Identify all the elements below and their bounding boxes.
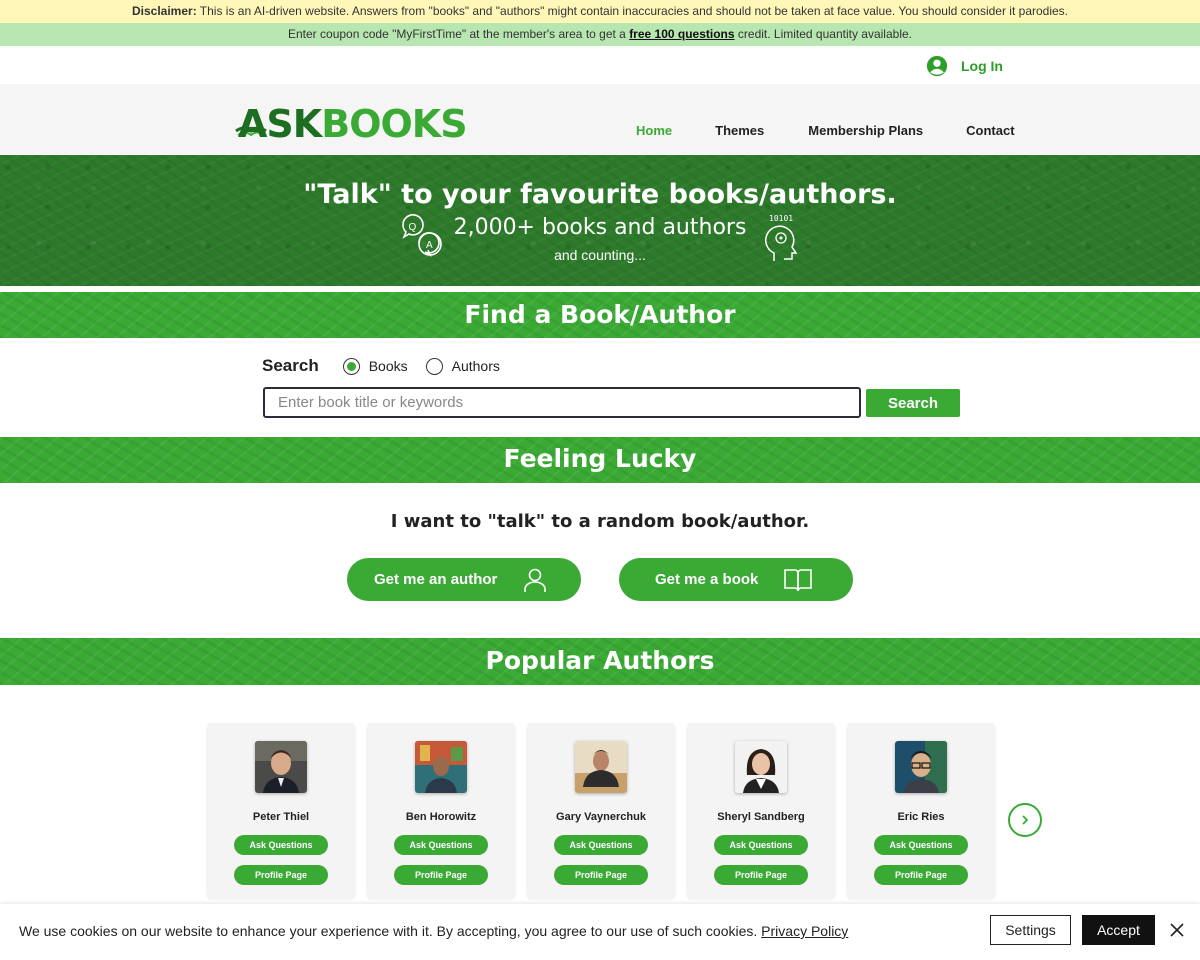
coupon-text-before: Enter coupon code "MyFirstTime" at the m… bbox=[288, 27, 630, 41]
nav-contact[interactable]: Contact bbox=[966, 123, 1014, 138]
hero-subtitle: 2,000+ books and authors bbox=[453, 215, 747, 240]
coupon-text-after: credit. Limited quantity available. bbox=[734, 27, 912, 41]
nav-home[interactable]: Home bbox=[636, 123, 672, 138]
hero-counting: and counting... bbox=[554, 247, 646, 263]
cookie-message: We use cookies on our website to enhance… bbox=[19, 923, 762, 939]
get-book-button[interactable]: Get me a book bbox=[619, 558, 853, 601]
nav-themes[interactable]: Themes bbox=[715, 123, 764, 138]
profile-page-button[interactable]: Profile Page bbox=[394, 865, 488, 885]
ask-questions-button[interactable]: Ask Questions bbox=[874, 835, 968, 855]
author-name: Gary Vaynerchuk bbox=[556, 811, 646, 823]
author-cards: Peter Thiel Ask Questions Profile Page B… bbox=[206, 723, 996, 900]
author-photo[interactable] bbox=[735, 741, 787, 793]
close-icon[interactable] bbox=[1168, 921, 1186, 939]
radio-authors-label: Authors bbox=[451, 358, 500, 374]
author-card: Ben Horowitz Ask Questions Profile Page bbox=[366, 723, 516, 900]
svg-text:10101: 10101 bbox=[769, 214, 793, 223]
open-book-icon bbox=[784, 569, 812, 592]
person-icon bbox=[524, 568, 546, 592]
disclaimer-banner: Disclaimer: This is an AI-driven website… bbox=[0, 0, 1200, 23]
radio-unselected-icon bbox=[425, 357, 443, 375]
login-label: Log In bbox=[961, 58, 1003, 74]
lucky-heading: Feeling Lucky bbox=[0, 437, 1200, 483]
search-input[interactable] bbox=[263, 387, 861, 418]
profile-page-button[interactable]: Profile Page bbox=[554, 865, 648, 885]
ask-questions-button[interactable]: Ask Questions bbox=[714, 835, 808, 855]
login-button[interactable]: Log In bbox=[926, 55, 1003, 77]
author-card: Sheryl Sandberg Ask Questions Profile Pa… bbox=[686, 723, 836, 900]
author-card: Gary Vaynerchuk Ask Questions Profile Pa… bbox=[526, 723, 676, 900]
author-name: Peter Thiel bbox=[252, 811, 310, 823]
cookie-banner: We use cookies on our website to enhance… bbox=[0, 904, 1200, 960]
search-options: Search Books Authors bbox=[262, 356, 518, 376]
profile-page-button[interactable]: Profile Page bbox=[874, 865, 968, 885]
disclaimer-text: This is an AI-driven website. Answers fr… bbox=[196, 4, 1069, 18]
profile-page-button[interactable]: Profile Page bbox=[234, 865, 328, 885]
hero-banner: "Talk" to your favourite books/authors. … bbox=[0, 155, 1200, 286]
coupon-banner: Enter coupon code "MyFirstTime" at the m… bbox=[0, 23, 1200, 46]
logo[interactable]: ASKBOOKS bbox=[234, 102, 468, 146]
radio-selected-icon bbox=[342, 357, 360, 375]
author-name: Eric Ries bbox=[897, 811, 945, 823]
radio-books-label: Books bbox=[368, 358, 408, 374]
popular-heading: Popular Authors bbox=[0, 638, 1200, 685]
author-photo[interactable] bbox=[575, 741, 627, 793]
author-card: Eric Ries Ask Questions Profile Page bbox=[846, 723, 996, 900]
author-photo[interactable] bbox=[895, 741, 947, 793]
lucky-text: I want to "talk" to a random book/author… bbox=[390, 511, 810, 532]
search-label: Search bbox=[262, 356, 319, 375]
radio-authors[interactable]: Authors bbox=[425, 357, 500, 375]
author-name: Ben Horowitz bbox=[405, 811, 477, 823]
login-bar: Log In bbox=[0, 46, 1200, 84]
main-nav: Home Themes Membership Plans Contact bbox=[636, 123, 1015, 138]
hero-title: "Talk" to your favourite books/authors. bbox=[303, 179, 897, 210]
search-button[interactable]: Search bbox=[866, 389, 960, 417]
get-author-label: Get me an author bbox=[374, 571, 498, 588]
find-heading: Find a Book/Author bbox=[0, 292, 1200, 338]
author-name: Sheryl Sandberg bbox=[717, 811, 805, 823]
author-card: Peter Thiel Ask Questions Profile Page bbox=[206, 723, 356, 900]
logo-ask: ASK bbox=[238, 102, 322, 146]
radio-books[interactable]: Books bbox=[342, 357, 408, 375]
author-photo[interactable] bbox=[255, 741, 307, 793]
cookie-accept-button[interactable]: Accept bbox=[1082, 915, 1155, 945]
get-author-button[interactable]: Get me an author bbox=[347, 558, 581, 601]
user-circle-icon bbox=[926, 55, 948, 77]
ask-questions-button[interactable]: Ask Questions bbox=[554, 835, 648, 855]
cookie-text: We use cookies on our website to enhance… bbox=[19, 923, 848, 939]
coupon-link[interactable]: free 100 questions bbox=[629, 27, 734, 41]
author-photo[interactable] bbox=[415, 741, 467, 793]
nav-membership-plans[interactable]: Membership Plans bbox=[808, 123, 923, 138]
get-book-label: Get me a book bbox=[655, 571, 759, 588]
ask-questions-button[interactable]: Ask Questions bbox=[394, 835, 488, 855]
chevron-right-icon bbox=[1022, 815, 1029, 825]
ask-questions-button[interactable]: Ask Questions bbox=[234, 835, 328, 855]
privacy-policy-link[interactable]: Privacy Policy bbox=[761, 923, 848, 939]
site-header: ASKBOOKS Home Themes Membership Plans Co… bbox=[0, 84, 1200, 154]
cookie-settings-button[interactable]: Settings bbox=[990, 915, 1071, 945]
profile-page-button[interactable]: Profile Page bbox=[714, 865, 808, 885]
carousel-next-button[interactable] bbox=[1008, 803, 1042, 837]
ai-head-icon: 10101 bbox=[765, 214, 798, 261]
disclaimer-label: Disclaimer: bbox=[131, 4, 197, 18]
logo-books: BOOKS bbox=[321, 102, 467, 146]
